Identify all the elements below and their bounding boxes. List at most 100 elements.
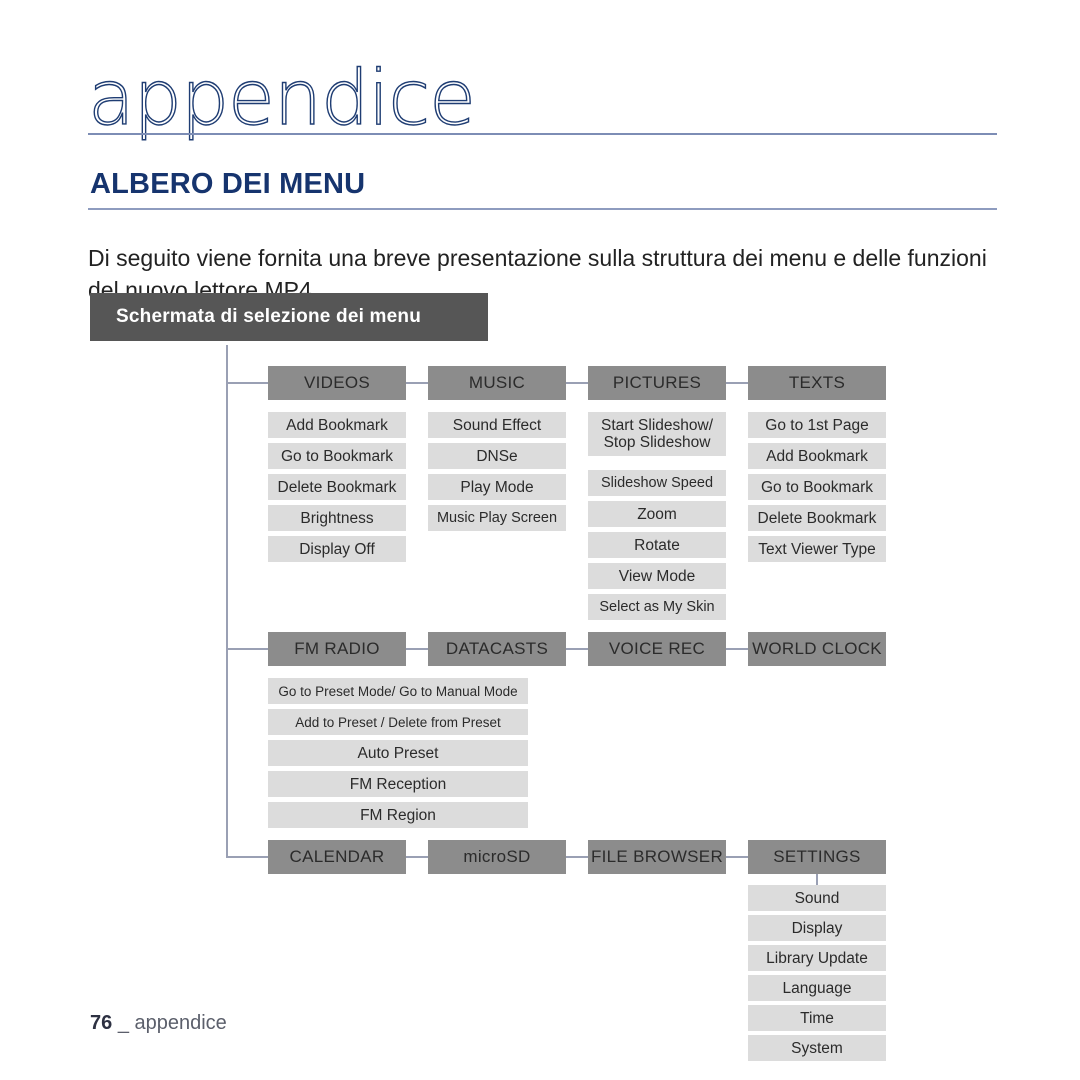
menu-node-label: WORLD CLOCK bbox=[752, 639, 882, 658]
menu-item[interactable]: Delete Bookmark bbox=[268, 474, 406, 500]
menu-item[interactable]: Play Mode bbox=[428, 474, 566, 500]
menu-item[interactable]: DNSe bbox=[428, 443, 566, 469]
menu-item-label: FM Reception bbox=[349, 775, 447, 793]
tree-connector-datacasts-voicerec bbox=[566, 648, 588, 650]
menu-item-label: Auto Preset bbox=[357, 744, 439, 762]
menu-node-label: microSD bbox=[463, 847, 531, 866]
tree-connector-music-pictures bbox=[566, 382, 588, 384]
menu-item[interactable]: Go to Preset Mode/ Go to Manual Mode bbox=[268, 678, 528, 704]
menu-item-label: Add to Preset / Delete from Preset bbox=[295, 714, 501, 730]
menu-item[interactable]: Brightness bbox=[268, 505, 406, 531]
menu-item[interactable]: Rotate bbox=[588, 532, 726, 558]
menu-item-label: Display Off bbox=[299, 540, 375, 558]
menu-node-world-clock[interactable]: WORLD CLOCK bbox=[748, 632, 886, 666]
tree-connector-fmradio-datacasts bbox=[406, 648, 428, 650]
menu-item-label: Language bbox=[782, 979, 852, 997]
tree-trunk-line bbox=[226, 345, 228, 858]
menu-item[interactable]: FM Region bbox=[268, 802, 528, 828]
menu-item[interactable]: Display bbox=[748, 915, 886, 941]
tree-connector-calendar-microsd bbox=[406, 856, 428, 858]
menu-item[interactable]: Music Play Screen bbox=[428, 505, 566, 531]
menu-node-file-browser[interactable]: FILE BROWSER bbox=[588, 840, 726, 874]
menu-item[interactable]: Auto Preset bbox=[268, 740, 528, 766]
footer-label: appendice bbox=[134, 1012, 227, 1034]
page-footer: 76 _ appendice bbox=[90, 1012, 227, 1035]
menu-node-calendar[interactable]: CALENDAR bbox=[268, 840, 406, 874]
menu-node-label: FM RADIO bbox=[294, 639, 380, 658]
menu-item-label: Go to 1st Page bbox=[765, 416, 869, 434]
menu-item-label: Select as My Skin bbox=[599, 598, 715, 615]
menu-node-label: SETTINGS bbox=[773, 847, 861, 866]
menu-node-datacasts[interactable]: DATACASTS bbox=[428, 632, 566, 666]
menu-item[interactable]: Display Off bbox=[268, 536, 406, 562]
menu-item[interactable]: View Mode bbox=[588, 563, 726, 589]
menu-item[interactable]: Go to Bookmark bbox=[748, 474, 886, 500]
menu-item-label: View Mode bbox=[618, 567, 696, 585]
tree-connector-voicerec-worldclock bbox=[726, 648, 748, 650]
menu-item-label: Add Bookmark bbox=[286, 416, 388, 434]
menu-item-label: Sound Effect bbox=[452, 416, 542, 434]
menu-item[interactable]: Go to Bookmark bbox=[268, 443, 406, 469]
menu-item-label: Go to Preset Mode/ Go to Manual Mode bbox=[278, 683, 518, 699]
menu-item[interactable]: Zoom bbox=[588, 501, 726, 527]
menu-node-music[interactable]: MUSIC bbox=[428, 366, 566, 400]
menu-item[interactable]: Add Bookmark bbox=[748, 443, 886, 469]
menu-node-pictures[interactable]: PICTURES bbox=[588, 366, 726, 400]
menu-node-label: DATACASTS bbox=[445, 639, 549, 658]
menu-item[interactable]: Start Slideshow/ Stop Slideshow bbox=[588, 412, 726, 456]
tree-branch-row-3 bbox=[226, 856, 268, 858]
menu-node-label: VIDEOS bbox=[303, 373, 371, 392]
menu-item[interactable]: Add Bookmark bbox=[268, 412, 406, 438]
menu-node-fm-radio[interactable]: FM RADIO bbox=[268, 632, 406, 666]
page-number: 76 bbox=[90, 1012, 113, 1034]
tree-connector-videos-music bbox=[406, 382, 428, 384]
menu-item[interactable]: Text Viewer Type bbox=[748, 536, 886, 562]
menu-item[interactable]: Sound bbox=[748, 885, 886, 911]
menu-item-label: Go to Bookmark bbox=[761, 478, 873, 496]
tree-connector-settings-submenu bbox=[816, 873, 818, 885]
menu-item[interactable]: Sound Effect bbox=[428, 412, 566, 438]
menu-item[interactable]: System bbox=[748, 1035, 886, 1061]
menu-item-label: Time bbox=[800, 1009, 834, 1027]
menu-item-label: Zoom bbox=[637, 505, 677, 523]
menu-item-label: Music Play Screen bbox=[436, 509, 558, 526]
menu-item[interactable]: Go to 1st Page bbox=[748, 412, 886, 438]
menu-item[interactable]: Time bbox=[748, 1005, 886, 1031]
menu-item-label: DNSe bbox=[476, 447, 518, 465]
menu-node-voice-rec[interactable]: VOICE REC bbox=[588, 632, 726, 666]
menu-node-videos[interactable]: VIDEOS bbox=[268, 366, 406, 400]
menu-item-label: Add Bookmark bbox=[766, 447, 868, 465]
menu-node-microsd[interactable]: microSD bbox=[428, 840, 566, 874]
menu-item[interactable]: Delete Bookmark bbox=[748, 505, 886, 531]
menu-node-label: TEXTS bbox=[788, 373, 846, 392]
menu-item-label: Text Viewer Type bbox=[758, 540, 876, 558]
menu-item-label: System bbox=[791, 1039, 843, 1057]
menu-item-label: FM Region bbox=[360, 806, 436, 824]
menu-node-label: VOICE REC bbox=[608, 639, 706, 658]
tree-connector-pictures-texts bbox=[726, 382, 748, 384]
menu-item-label: Rotate bbox=[634, 536, 680, 554]
menu-item[interactable]: Add to Preset / Delete from Preset bbox=[268, 709, 528, 735]
tree-branch-row-2 bbox=[226, 648, 268, 650]
menu-node-settings[interactable]: SETTINGS bbox=[748, 840, 886, 874]
tree-connector-filebrowser-settings bbox=[726, 856, 748, 858]
menu-item[interactable]: Language bbox=[748, 975, 886, 1001]
menu-item-label: Library Update bbox=[766, 949, 868, 967]
tree-branch-row-1 bbox=[226, 382, 268, 384]
menu-item-label: Slideshow Speed bbox=[600, 474, 714, 491]
menu-item-label: Go to Bookmark bbox=[281, 447, 393, 465]
menu-node-label: PICTURES bbox=[612, 373, 702, 392]
menu-tree-diagram: VIDEOS Add Bookmark Go to Bookmark Delet… bbox=[0, 0, 1080, 1080]
menu-item[interactable]: Library Update bbox=[748, 945, 886, 971]
menu-item[interactable]: Slideshow Speed bbox=[588, 470, 726, 496]
tree-connector-microsd-filebrowser bbox=[566, 856, 588, 858]
menu-node-texts[interactable]: TEXTS bbox=[748, 366, 886, 400]
menu-item[interactable]: FM Reception bbox=[268, 771, 528, 797]
menu-item-label: Display bbox=[791, 919, 843, 937]
menu-item[interactable]: Select as My Skin bbox=[588, 594, 726, 620]
menu-item-label: Start Slideshow/ bbox=[601, 417, 713, 434]
menu-item-label: Stop Slideshow bbox=[603, 434, 711, 451]
menu-item-label: Play Mode bbox=[460, 478, 534, 496]
menu-item-label: Sound bbox=[794, 889, 840, 907]
menu-node-label: MUSIC bbox=[468, 373, 526, 392]
